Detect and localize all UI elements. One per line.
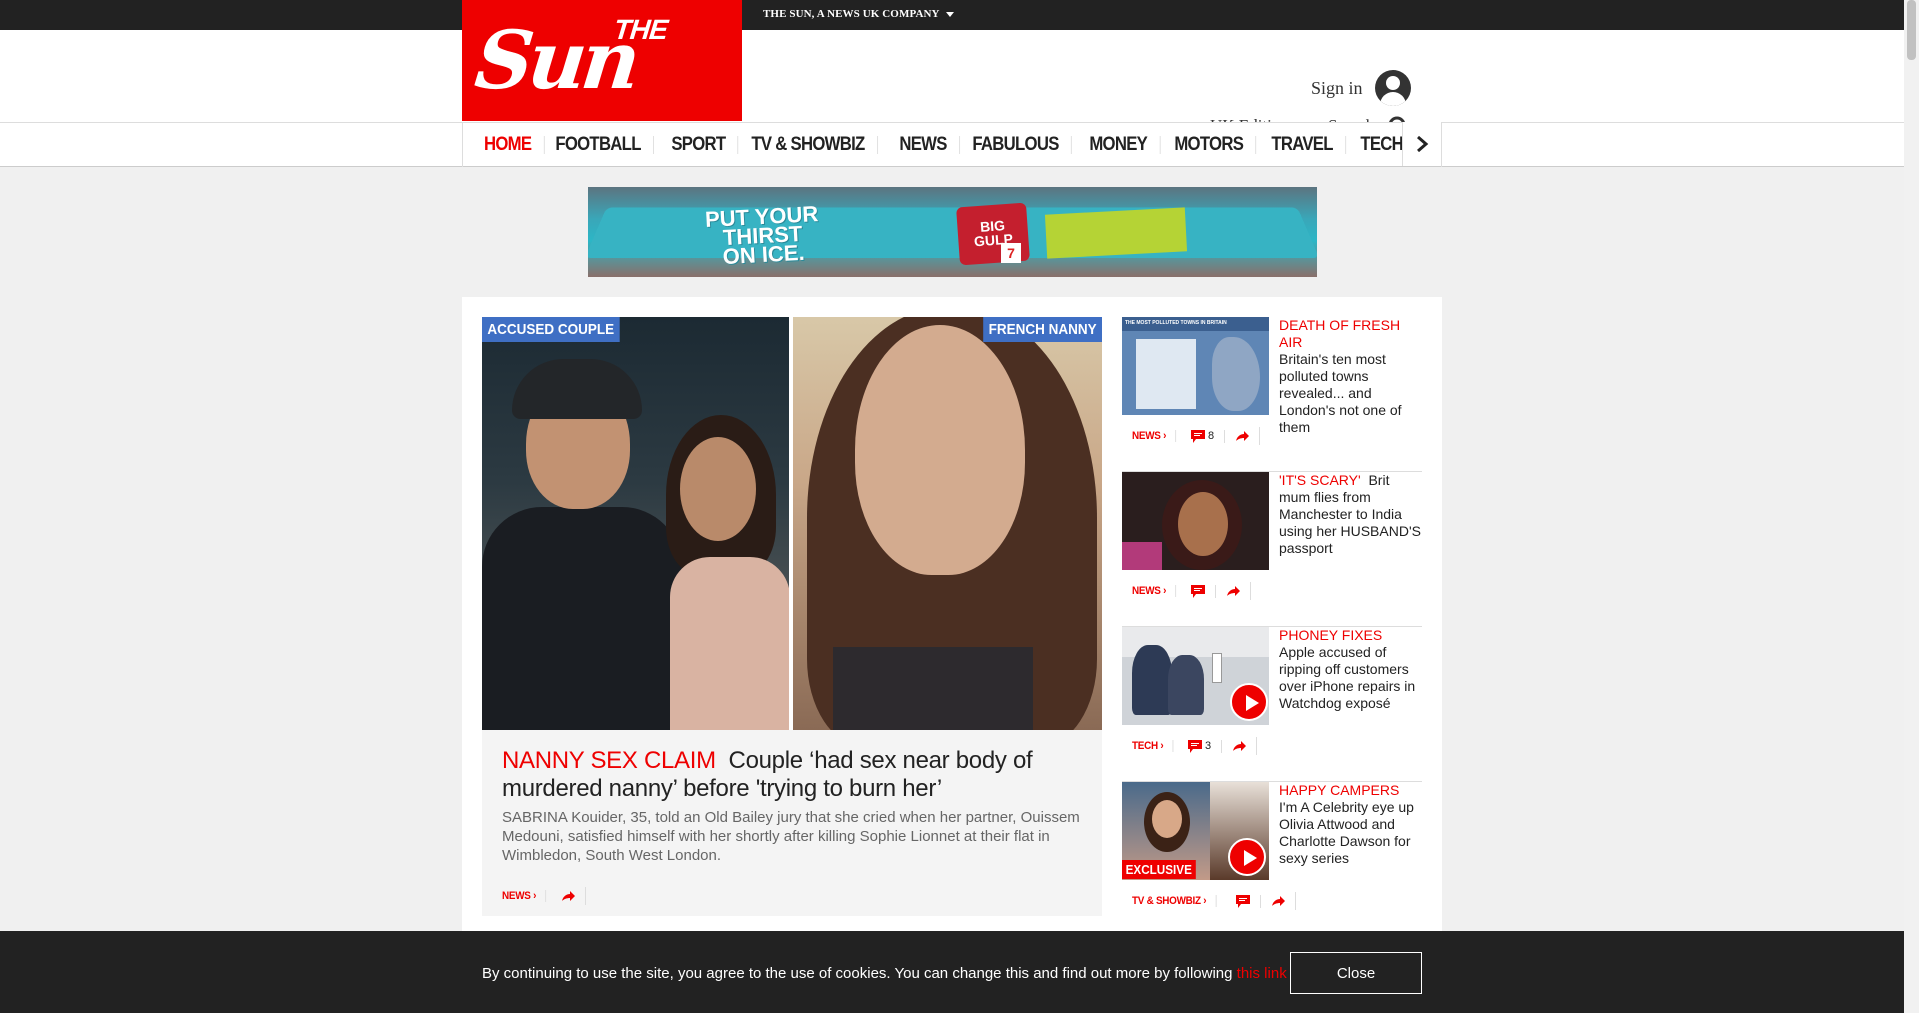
hero-tag-right: FRENCH NANNY — [983, 317, 1102, 342]
comments-link[interactable] — [1181, 584, 1216, 598]
story-meta: TV & SHOWBIZ › — [1132, 892, 1296, 910]
story-thumbnail[interactable] — [1122, 472, 1269, 570]
play-icon[interactable] — [1228, 838, 1266, 876]
comment-icon — [1235, 894, 1250, 908]
nav-item-football[interactable]: FOOTBALL — [543, 135, 654, 154]
share-icon[interactable] — [1261, 892, 1296, 910]
sidebar-story-2[interactable]: 'IT'S SCARY' Brit mum flies from Manches… — [1122, 472, 1422, 627]
advert-green-panel — [1044, 207, 1188, 259]
logo-sun: Sun — [471, 13, 641, 107]
share-icon[interactable] — [1225, 427, 1261, 445]
story-thumbnail[interactable]: THE MOST POLLUTED TOWNS IN BRITAIN — [1122, 317, 1269, 415]
advert-banner[interactable]: PUT YOUR THIRST ON ICE. BIG GULP 7 — [588, 187, 1317, 277]
share-icon[interactable] — [551, 887, 586, 905]
hero-kicker: NANNY SEX CLAIM — [502, 747, 716, 774]
story-text[interactable]: HAPPY CAMPERS I'm A Celebrity eye up Oli… — [1279, 782, 1422, 867]
story-headline: I'm A Celebrity eye up Olivia Attwood an… — [1279, 799, 1414, 866]
caret-down-icon — [945, 11, 954, 17]
hero-description: SABRINA Kouider, 35, told an Old Bailey … — [502, 809, 1080, 864]
main-nav: HOME FOOTBALL SPORT TV & SHOWBIZ NEWS FA… — [0, 122, 1904, 167]
nav-item-money[interactable]: MONEY — [1077, 135, 1161, 154]
comment-icon — [1190, 429, 1205, 443]
nav-item-tv-showbiz[interactable]: TV & SHOWBIZ — [739, 135, 879, 154]
company-label: THE SUN, A NEWS UK COMPANY — [763, 8, 940, 20]
chevron-right-icon — [1417, 136, 1429, 152]
hero-photo-nanny: FRENCH NANNY — [793, 317, 1102, 730]
exclusive-badge: EXCLUSIVE — [1122, 860, 1196, 879]
story-thumbnail[interactable]: EXCLUSIVE — [1122, 782, 1269, 880]
section-link[interactable]: NEWS › — [1132, 430, 1177, 442]
story-kicker: DEATH OF FRESH AIR — [1279, 317, 1401, 350]
story-meta: NEWS › — [1132, 582, 1251, 600]
nav-item-fabulous[interactable]: FABULOUS — [960, 135, 1072, 154]
company-menu[interactable]: THE SUN, A NEWS UK COMPANY — [763, 8, 954, 20]
story-text[interactable]: PHONEY FIXES Apple accused of ripping of… — [1279, 627, 1422, 712]
cookie-close-button[interactable]: Close — [1290, 952, 1422, 994]
site-logo[interactable]: THE Sun — [462, 0, 742, 121]
site-header: Sign in UK Edition Search — [0, 30, 1904, 139]
comments-link[interactable]: 8 — [1181, 429, 1226, 443]
sidebar-story-4[interactable]: EXCLUSIVE HAPPY CAMPERS I'm A Celebrity … — [1122, 782, 1422, 937]
comments-link[interactable] — [1226, 894, 1261, 908]
story-headline: Britain's ten most polluted towns reveal… — [1279, 351, 1402, 435]
nav-next-button[interactable] — [1402, 122, 1441, 166]
story-text[interactable]: 'IT'S SCARY' Brit mum flies from Manches… — [1279, 472, 1422, 557]
nav-item-motors[interactable]: MOTORS — [1162, 135, 1256, 154]
section-link[interactable]: NEWS › — [1132, 585, 1177, 597]
user-icon[interactable] — [1375, 70, 1411, 106]
hero-card[interactable]: NANNY SEX CLAIM Couple ‘had sex near bod… — [482, 730, 1102, 916]
story-kicker: PHONEY FIXES — [1279, 627, 1383, 643]
advert-7-logo: 7 — [1001, 243, 1021, 263]
nav-item-travel[interactable]: TRAVEL — [1259, 135, 1346, 154]
story-headline: Apple accused of ripping off customers o… — [1279, 644, 1416, 711]
comment-icon — [1187, 739, 1202, 753]
comment-icon — [1190, 584, 1205, 598]
top-bar: THE SUN, A NEWS UK COMPANY — [0, 0, 1904, 30]
story-meta: NEWS › 8 — [1132, 427, 1261, 445]
nav-item-news[interactable]: NEWS — [887, 135, 960, 154]
section-link[interactable]: TECH › — [1132, 740, 1174, 752]
sidebar-story-3[interactable]: PHONEY FIXES Apple accused of ripping of… — [1122, 627, 1422, 782]
advert-text: PUT YOUR THIRST ON ICE. — [704, 201, 819, 270]
hero-headline[interactable]: NANNY SEX CLAIM Couple ‘had sex near bod… — [502, 747, 1092, 803]
cookie-policy-link[interactable]: this link — [1237, 965, 1287, 982]
nav-items: HOME FOOTBALL SPORT TV & SHOWBIZ NEWS FA… — [484, 123, 1441, 167]
nav-item-sport[interactable]: SPORT — [659, 135, 739, 154]
cookie-banner: By continuing to use the site, you agree… — [0, 931, 1904, 1013]
story-meta: TECH › 3 — [1132, 737, 1258, 755]
comments-link[interactable]: 3 — [1178, 739, 1223, 753]
sidebar-story-1[interactable]: THE MOST POLLUTED TOWNS IN BRITAIN DEATH… — [1122, 317, 1422, 472]
sign-in-link[interactable]: Sign in — [1311, 78, 1363, 99]
share-icon[interactable] — [1222, 737, 1258, 755]
hero-image[interactable]: ACCUSED COUPLE FRENCH NANNY — [482, 317, 1102, 730]
scrollbar-thumb[interactable] — [1907, 0, 1916, 60]
story-text[interactable]: DEATH OF FRESH AIR Britain's ten most pol… — [1279, 317, 1422, 436]
page-scrollbar[interactable] — [1904, 0, 1919, 1013]
nav-item-home[interactable]: HOME — [484, 135, 545, 154]
story-kicker: 'IT'S SCARY' — [1279, 472, 1361, 488]
cookie-text: By continuing to use the site, you agree… — [482, 965, 1287, 982]
story-thumbnail[interactable] — [1122, 627, 1269, 725]
section-link[interactable]: TV & SHOWBIZ › — [1132, 895, 1217, 907]
share-icon[interactable] — [1216, 582, 1251, 600]
hero-photo-couple: ACCUSED COUPLE — [482, 317, 789, 730]
hero-meta: NEWS › — [502, 887, 586, 905]
story-kicker: HAPPY CAMPERS — [1279, 782, 1400, 798]
play-icon[interactable] — [1230, 683, 1268, 721]
thumb-caption: THE MOST POLLUTED TOWNS IN BRITAIN — [1122, 317, 1269, 331]
hero-tag-left: ACCUSED COUPLE — [482, 317, 620, 342]
section-link[interactable]: NEWS › — [502, 890, 547, 902]
